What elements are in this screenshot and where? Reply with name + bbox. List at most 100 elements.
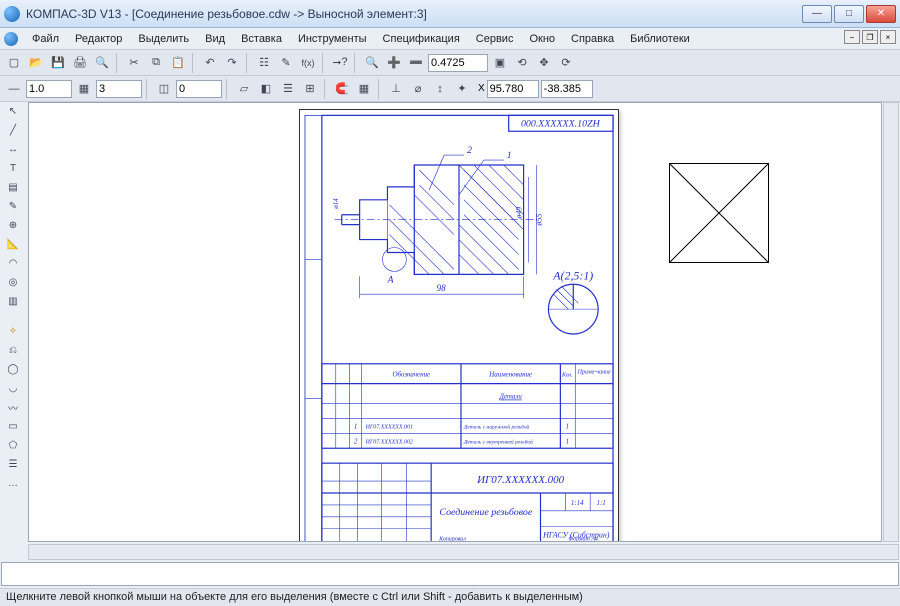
menu-view[interactable]: Вид xyxy=(197,31,233,47)
b3-icon[interactable]: ☰ xyxy=(278,79,298,99)
lt-edit-icon[interactable]: ✎ xyxy=(3,197,23,215)
print-icon[interactable]: 🖨 xyxy=(70,53,90,73)
lt-more-icon[interactable]: … xyxy=(3,474,23,492)
layer-combo[interactable] xyxy=(96,80,142,98)
th-note: Приме-чание xyxy=(577,370,611,376)
lt-measure-icon[interactable]: 📐 xyxy=(3,235,23,253)
zoom-out-icon[interactable]: ➖ xyxy=(406,53,426,73)
lt-dim-icon[interactable]: ↔ xyxy=(3,140,23,158)
menu-libs[interactable]: Библиотеки xyxy=(622,31,698,47)
b2-icon[interactable]: ◧ xyxy=(256,79,276,99)
r2a: ИГ07.XXXXXX.002 xyxy=(365,439,413,445)
separator xyxy=(226,79,230,99)
r1n: 1 xyxy=(354,422,357,430)
lt-point-icon[interactable]: ✧ xyxy=(3,322,23,340)
lt-gap xyxy=(3,311,23,321)
empty-view-box[interactable] xyxy=(669,163,769,263)
menu-file[interactable]: Файл xyxy=(24,31,67,47)
zoom-in-icon[interactable]: ➕ xyxy=(384,53,404,73)
coord-x[interactable] xyxy=(487,80,539,98)
coord-icon[interactable]: ↕ xyxy=(430,79,450,99)
vertical-scrollbar[interactable] xyxy=(883,102,899,542)
lt-assoc-icon[interactable]: ◎ xyxy=(3,273,23,291)
detail-mark: А xyxy=(386,274,394,285)
menu-help[interactable]: Справка xyxy=(563,31,622,47)
menu-select[interactable]: Выделить xyxy=(130,31,197,47)
lt-cont-icon[interactable]: ☰ xyxy=(3,455,23,473)
titlebar: КОМПАС-3D V13 - [Соединение резьбовое.cd… xyxy=(0,0,900,28)
lt-fillet-icon[interactable]: ◠ xyxy=(3,254,23,272)
dim-left: ø14 xyxy=(332,198,340,210)
work-area[interactable]: 000.XXXXXX.10ZH xyxy=(28,102,882,542)
document-icon xyxy=(4,32,18,46)
redraw-icon[interactable]: ⟳ xyxy=(556,53,576,73)
b1-icon[interactable]: ▱ xyxy=(234,79,254,99)
separator xyxy=(354,53,358,73)
property-panel[interactable] xyxy=(1,562,899,586)
lt-spline-icon[interactable]: 〰 xyxy=(3,398,23,416)
pan-icon[interactable]: ✥ xyxy=(534,53,554,73)
coord-y[interactable] xyxy=(541,80,593,98)
lt-rect-icon[interactable]: ▭ xyxy=(3,417,23,435)
tree-icon[interactable]: ☷ xyxy=(254,53,274,73)
lt-line-icon[interactable]: ╱ xyxy=(3,121,23,139)
close-button[interactable]: ✕ xyxy=(866,5,896,23)
separator xyxy=(146,79,150,99)
vars-icon[interactable]: f(x) xyxy=(298,53,318,73)
lt-select-icon[interactable]: ↖ xyxy=(3,102,23,120)
lt-spec-icon[interactable]: ▥ xyxy=(3,292,23,310)
help-context-icon[interactable]: ⭢? xyxy=(330,53,350,73)
b4-icon[interactable]: ⊞ xyxy=(300,79,320,99)
mdi-restore[interactable]: ❐ xyxy=(862,30,878,44)
hatch-icon[interactable]: ◫ xyxy=(154,79,174,99)
lt-hatch-icon[interactable]: ▤ xyxy=(3,178,23,196)
zoom-combo[interactable] xyxy=(428,54,488,72)
style-combo[interactable] xyxy=(26,80,72,98)
zoom-window-icon[interactable]: 🔍 xyxy=(362,53,382,73)
round-icon[interactable]: ⌀ xyxy=(408,79,428,99)
th-qty: Кол. xyxy=(561,373,573,379)
lt-circle-icon[interactable]: ◯ xyxy=(3,360,23,378)
maximize-button[interactable]: □ xyxy=(834,5,864,23)
code-top: 000.XXXXXX.10ZH xyxy=(521,118,601,129)
new-icon[interactable]: ▢ xyxy=(4,53,24,73)
open-icon[interactable]: 📂 xyxy=(26,53,46,73)
lt-arc-icon[interactable]: ◡ xyxy=(3,379,23,397)
mdi-close[interactable]: × xyxy=(880,30,896,44)
draw-icon[interactable]: ✎ xyxy=(276,53,296,73)
save-icon[interactable]: 💾 xyxy=(48,53,68,73)
redo-icon[interactable]: ↷ xyxy=(222,53,242,73)
horizontal-scrollbar[interactable] xyxy=(28,544,899,560)
minimize-button[interactable]: — xyxy=(802,5,832,23)
window-title: КОМПАС-3D V13 - [Соединение резьбовое.cd… xyxy=(26,7,427,21)
drawing-sheet[interactable]: 000.XXXXXX.10ZH xyxy=(299,109,619,542)
menu-edit[interactable]: Редактор xyxy=(67,31,130,47)
lt-text-icon[interactable]: T xyxy=(3,159,23,177)
preview-icon[interactable]: 🔍 xyxy=(92,53,112,73)
paste-icon[interactable]: 📋 xyxy=(168,53,188,73)
layer-icon[interactable]: ▦ xyxy=(74,79,94,99)
lt-params-icon[interactable]: ⊕ xyxy=(3,216,23,234)
menu-insert[interactable]: Вставка xyxy=(233,31,290,47)
menu-window[interactable]: Окно xyxy=(521,31,563,47)
zoom-fit-icon[interactable]: ▣ xyxy=(490,53,510,73)
stamp-name: Соединение резьбовое xyxy=(439,507,532,518)
menu-service[interactable]: Сервис xyxy=(468,31,522,47)
copy-icon[interactable]: ⧉ xyxy=(146,53,166,73)
sys-icon[interactable]: ✦ xyxy=(452,79,472,99)
grid-icon[interactable]: ▦ xyxy=(354,79,374,99)
undo-icon[interactable]: ↶ xyxy=(200,53,220,73)
ortho-icon[interactable]: ⊥ xyxy=(386,79,406,99)
callout-2: 2 xyxy=(467,145,472,156)
menu-tools[interactable]: Инструменты xyxy=(290,31,375,47)
lt-poly-icon[interactable]: ⬠ xyxy=(3,436,23,454)
cut-icon[interactable]: ✂ xyxy=(124,53,144,73)
mdi-minimize[interactable]: − xyxy=(844,30,860,44)
menubar: Файл Редактор Выделить Вид Вставка Инстр… xyxy=(0,28,900,50)
linestyle-icon[interactable]: — xyxy=(4,79,24,99)
lt-aux-icon[interactable]: ⎌ xyxy=(3,341,23,359)
menu-spec[interactable]: Спецификация xyxy=(375,31,468,47)
opt-combo[interactable] xyxy=(176,80,222,98)
snap-icon[interactable]: 🧲 xyxy=(332,79,352,99)
zoom-prev-icon[interactable]: ⟲ xyxy=(512,53,532,73)
